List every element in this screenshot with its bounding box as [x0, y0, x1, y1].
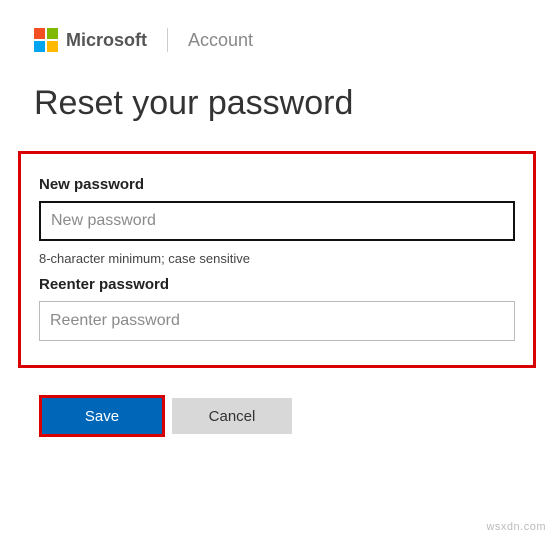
- section-name: Account: [188, 30, 253, 51]
- watermark: wsxdn.com: [486, 521, 546, 533]
- reenter-password-label: Reenter password: [39, 276, 515, 293]
- reenter-password-input[interactable]: [39, 301, 515, 341]
- password-form-highlight: New password 8-character minimum; case s…: [18, 151, 536, 368]
- brand-name: Microsoft: [66, 30, 147, 51]
- header-divider: [167, 28, 168, 52]
- new-password-label: New password: [39, 176, 515, 193]
- header: Microsoft Account: [0, 0, 554, 72]
- cancel-button[interactable]: Cancel: [172, 398, 292, 434]
- page-title: Reset your password: [0, 72, 554, 151]
- new-password-helper: 8-character minimum; case sensitive: [39, 251, 515, 266]
- microsoft-logo-icon: [34, 28, 58, 52]
- button-row: Save Cancel: [0, 368, 554, 434]
- save-button[interactable]: Save: [42, 398, 162, 434]
- new-password-input[interactable]: [39, 201, 515, 241]
